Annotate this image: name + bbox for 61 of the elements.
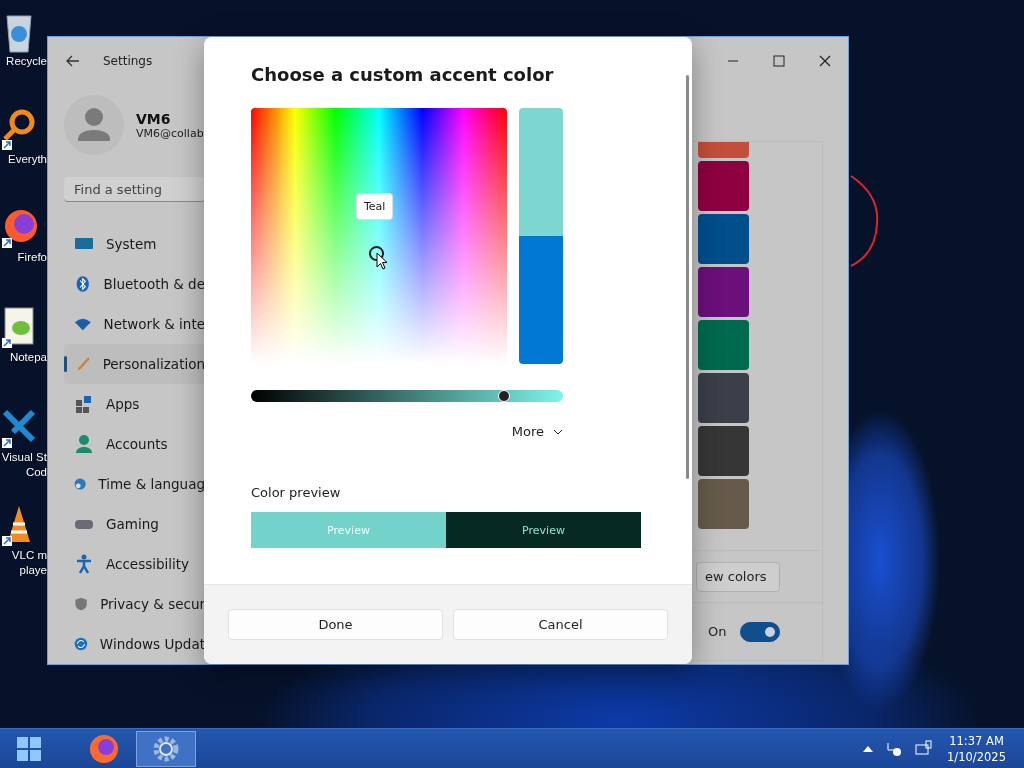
gear-icon [153, 735, 179, 762]
desktop-icon-label: Cod [25, 465, 47, 480]
color-swatch[interactable] [698, 320, 749, 370]
desktop-icon-label: Notepa [9, 350, 47, 365]
dialog-title: Choose a custom accent color [251, 64, 554, 85]
toggle-state-label: On [708, 624, 727, 639]
back-arrow-icon[interactable] [66, 55, 80, 67]
person-icon [74, 434, 94, 454]
preview-tile: Preview [251, 512, 446, 548]
taskbar-app-button[interactable] [136, 730, 196, 767]
color-swatch[interactable] [698, 161, 749, 211]
view-colors-button[interactable]: ew colors [696, 561, 780, 592]
clock-date: 1/10/2025 [947, 748, 1006, 765]
user-email: VM6@collab [136, 126, 204, 140]
tooltip: Teal [356, 193, 394, 220]
section-label: Color preview [251, 485, 341, 500]
search-field[interactable]: Find a setting [64, 177, 205, 202]
preview-tile: Preview [446, 512, 641, 548]
mouse-pointer-icon [376, 252, 388, 270]
nav-item[interactable]: Bluetooth & de [64, 264, 205, 304]
nav-item[interactable]: Gaming [64, 504, 205, 544]
firefox-icon [89, 733, 119, 764]
color-spectrum[interactable]: Teal [251, 108, 507, 364]
color-swatch[interactable] [698, 426, 749, 476]
nav-item[interactable]: Windows Updat [64, 624, 205, 664]
user-avatar-icon [64, 95, 124, 155]
color-swatch[interactable] [698, 267, 749, 317]
dialog-button[interactable]: Done [228, 609, 443, 640]
nav-item[interactable]: Accessibility [64, 544, 205, 584]
desktop-icon-label: Visual St [1, 450, 47, 465]
accessibility-icon [74, 554, 94, 574]
caret-up-icon[interactable] [863, 745, 874, 752]
brightness-slider[interactable] [251, 390, 563, 402]
desktop-icon-label: Everyth [8, 152, 47, 167]
nav-item[interactable]: System [64, 224, 205, 264]
nav-item[interactable]: Accounts [64, 424, 205, 464]
dialog-button[interactable]: Cancel [453, 609, 668, 640]
desktop-icon-label: VLC m [11, 548, 47, 563]
network-monitor-icon[interactable] [915, 739, 934, 758]
desktop-icon-label: playe [19, 563, 47, 578]
start-icon[interactable] [17, 736, 41, 761]
nav-item[interactable]: Network & inte [64, 304, 205, 344]
more-button[interactable]: More [511, 424, 563, 439]
clock-time: 11:37 AM [949, 732, 1004, 749]
toggle-switch[interactable] [740, 621, 781, 642]
nav-item[interactable]: Personalization [64, 344, 205, 384]
color-swatch[interactable] [698, 214, 749, 264]
apps-grid-icon [74, 394, 94, 414]
window-title: Settings [103, 54, 153, 68]
nav-item[interactable]: Time & languag [64, 464, 205, 504]
color-swatch[interactable] [698, 373, 749, 423]
maximize-icon[interactable] [773, 55, 785, 67]
user-name: VM6 [136, 110, 172, 127]
chevron-down-icon [553, 428, 563, 435]
nav-item[interactable]: Privacy & secur [64, 584, 205, 624]
bluetooth-icon [74, 274, 92, 294]
color-swatch[interactable] [698, 479, 749, 529]
close-icon[interactable] [819, 55, 831, 67]
desktop-icon-label: Recycle [6, 54, 47, 69]
nav-item[interactable]: Apps [64, 384, 205, 424]
desktop-icon-label: Firefo [17, 250, 47, 265]
